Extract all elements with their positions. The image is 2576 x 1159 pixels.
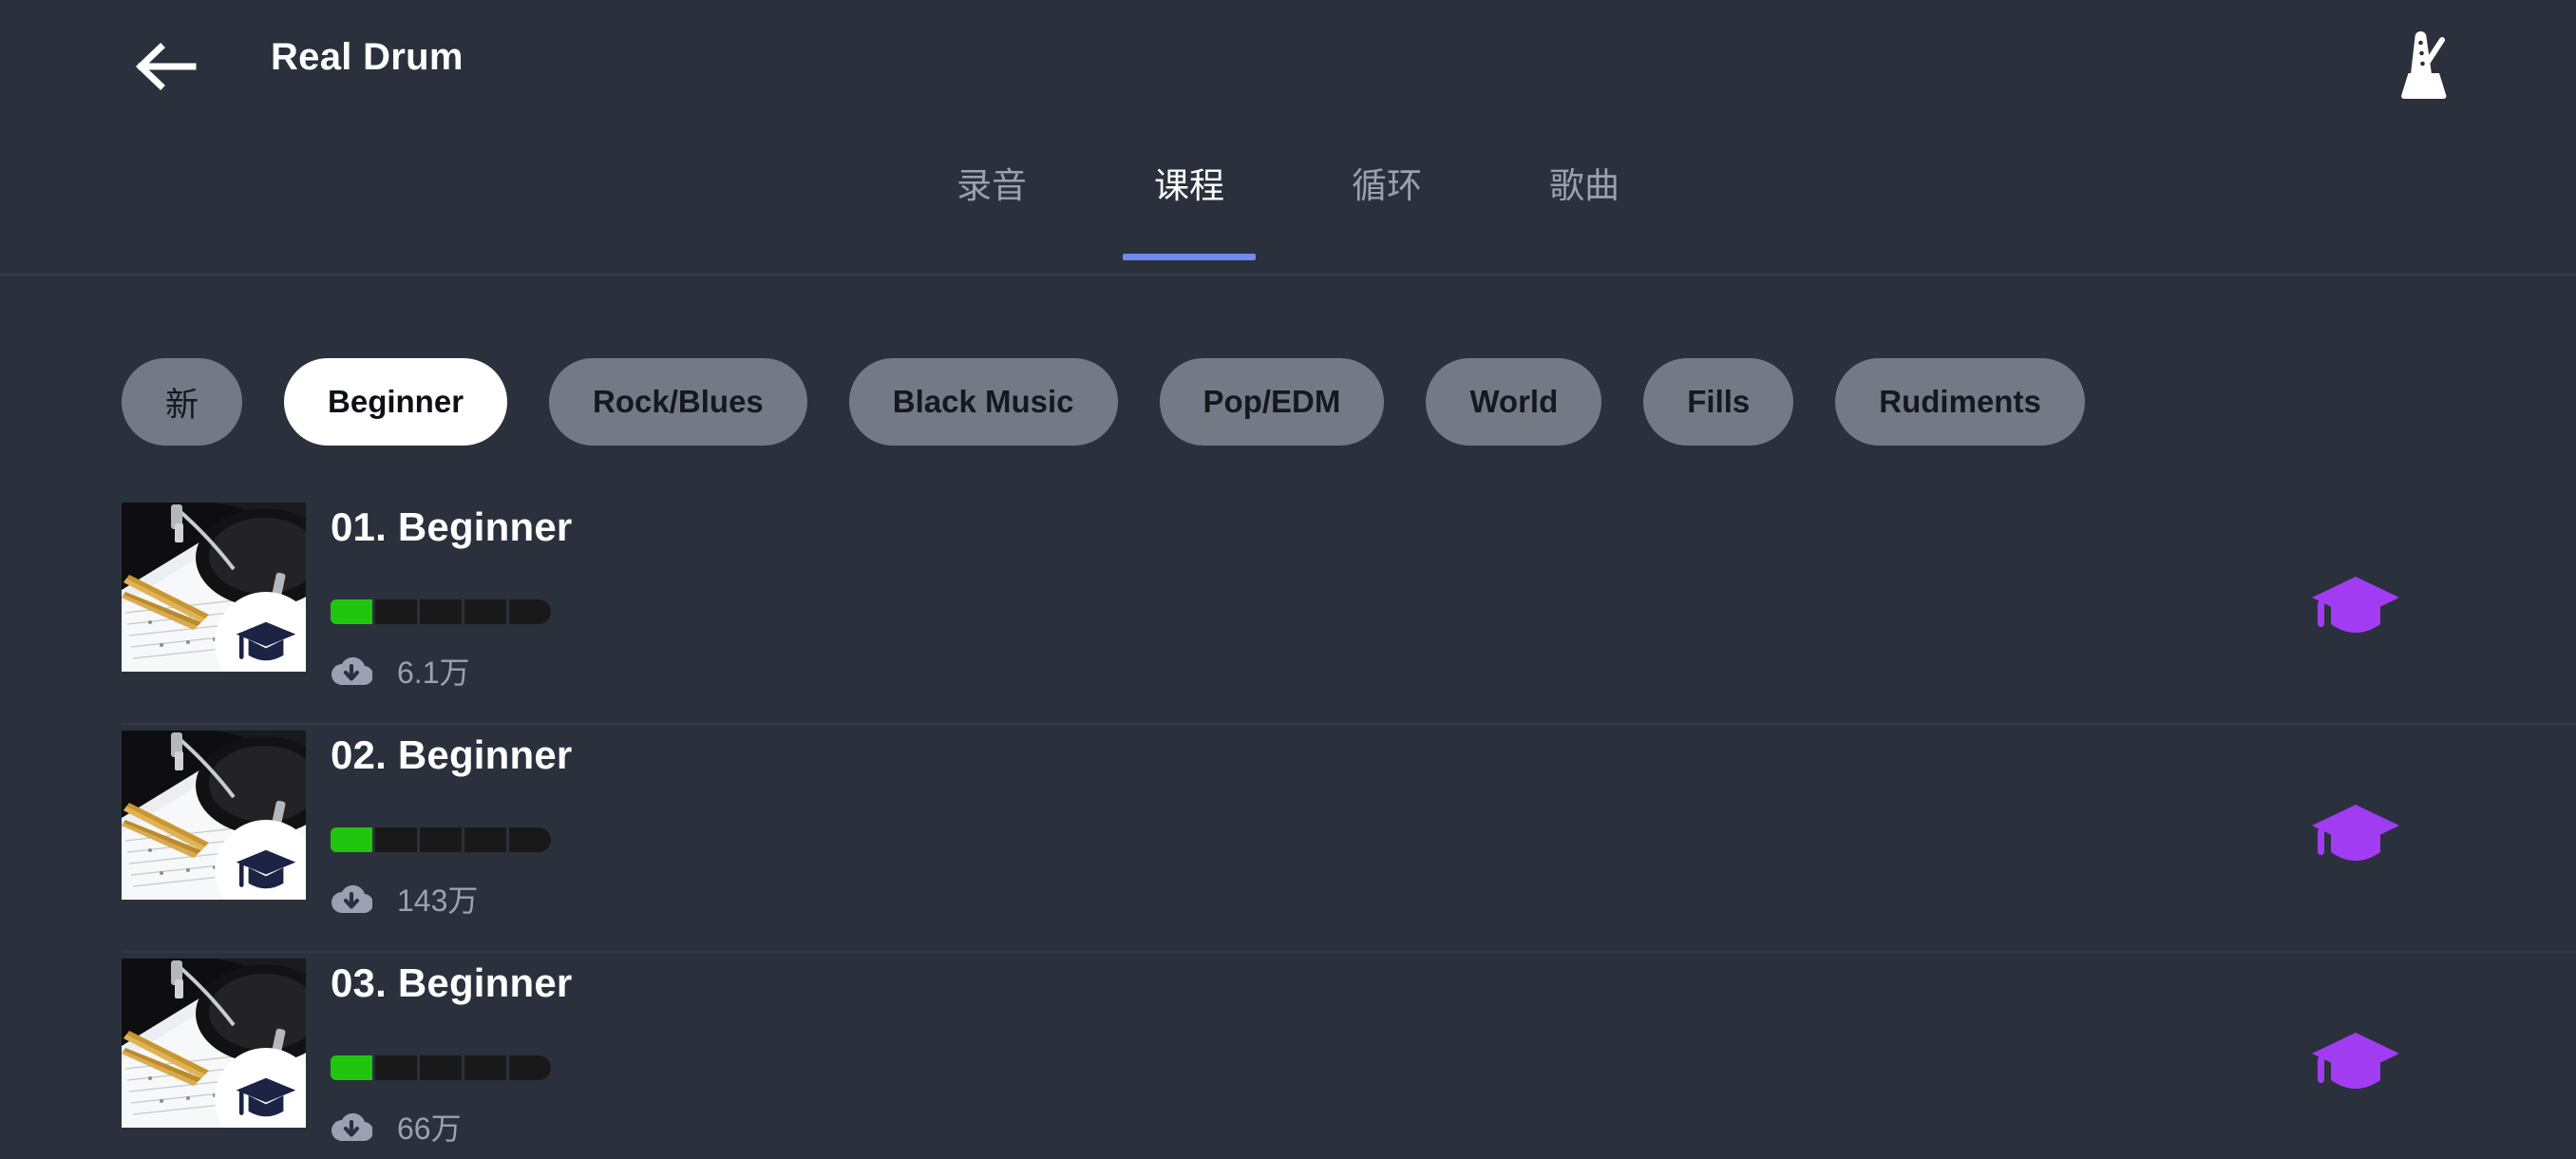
lesson-type-icon [2306,568,2405,650]
progress-segment [331,827,372,852]
chip-rudiments[interactable]: Rudiments [1835,358,2085,446]
progress-bar [331,827,551,852]
metronome-button[interactable] [2380,21,2472,112]
arrow-left-icon [134,40,197,93]
lesson-thumbnail [122,731,306,900]
progress-segment [464,599,506,624]
progress-segment [420,599,462,624]
download-info: 6.1万 [331,653,470,692]
graduation-cap-icon [2308,1025,2403,1106]
lesson-title: 01. Beginner [331,504,573,549]
progress-bar [331,1055,551,1080]
tab-songs[interactable]: 歌曲 [1535,152,1634,207]
download-count: 6.1万 [397,655,470,690]
progress-segment [331,599,372,624]
lesson-title: 02. Beginner [331,732,573,777]
chip-pop-edm[interactable]: Pop/EDM [1159,358,1385,446]
progress-segment [375,1055,417,1080]
metronome-icon [2385,24,2467,110]
lesson-title: 03. Beginner [331,960,573,1005]
tab-bar: 录音 课程 循环 歌曲 [0,152,2576,274]
progress-segment [375,827,417,852]
table-row[interactable]: 03. Beginner 66万 [0,951,2576,1159]
app-root: Real Drum 录音 课程 循环 歌曲 新 Beginner Rock/Bl… [0,0,2576,1159]
progress-segment [464,827,506,852]
progress-segment [464,1055,506,1080]
progress-bar [331,599,551,624]
lesson-type-icon [2306,1024,2405,1106]
chip-beginner[interactable]: Beginner [284,358,508,446]
progress-segment [420,1055,462,1080]
cloud-download-icon [331,881,374,920]
lesson-list: 01. Beginner 6.1万 02. Beginner 143万 03. … [0,495,2576,1159]
tab-recordings[interactable]: 录音 [942,152,1041,207]
row-divider [122,723,2576,725]
progress-segment [509,599,551,624]
progress-segment [375,599,417,624]
download-info: 66万 [331,1109,462,1148]
lesson-type-icon [2306,796,2405,878]
app-header: Real Drum [0,0,2576,133]
progress-segment [331,1055,372,1080]
chip-new[interactable]: 新 [122,358,243,446]
table-row[interactable]: 02. Beginner 143万 [0,723,2576,951]
tab-loops[interactable]: 循环 [1337,152,1436,207]
graduation-cap-icon [2308,569,2403,650]
chip-rock-blues[interactable]: Rock/Blues [549,358,807,446]
back-button[interactable] [133,36,198,97]
table-row[interactable]: 01. Beginner 6.1万 [0,495,2576,723]
lesson-thumbnail [122,959,306,1128]
chip-black-music[interactable]: Black Music [848,358,1118,446]
header-divider [0,274,2576,276]
row-divider [122,951,2576,953]
download-info: 143万 [331,881,478,920]
progress-segment [509,1055,551,1080]
page-title: Real Drum [271,36,464,78]
download-count: 66万 [397,1111,462,1146]
tab-lessons[interactable]: 课程 [1140,152,1239,207]
cloud-download-icon [331,653,374,692]
graduation-cap-icon [2308,797,2403,878]
chip-world[interactable]: World [1426,358,1602,446]
cloud-download-icon [331,1109,374,1148]
download-count: 143万 [397,883,479,918]
category-chip-bar[interactable]: 新 Beginner Rock/Blues Black Music Pop/ED… [0,348,2576,456]
progress-segment [420,827,462,852]
chip-fills[interactable]: Fills [1643,358,1794,446]
progress-segment [509,827,551,852]
lesson-thumbnail [122,503,306,672]
